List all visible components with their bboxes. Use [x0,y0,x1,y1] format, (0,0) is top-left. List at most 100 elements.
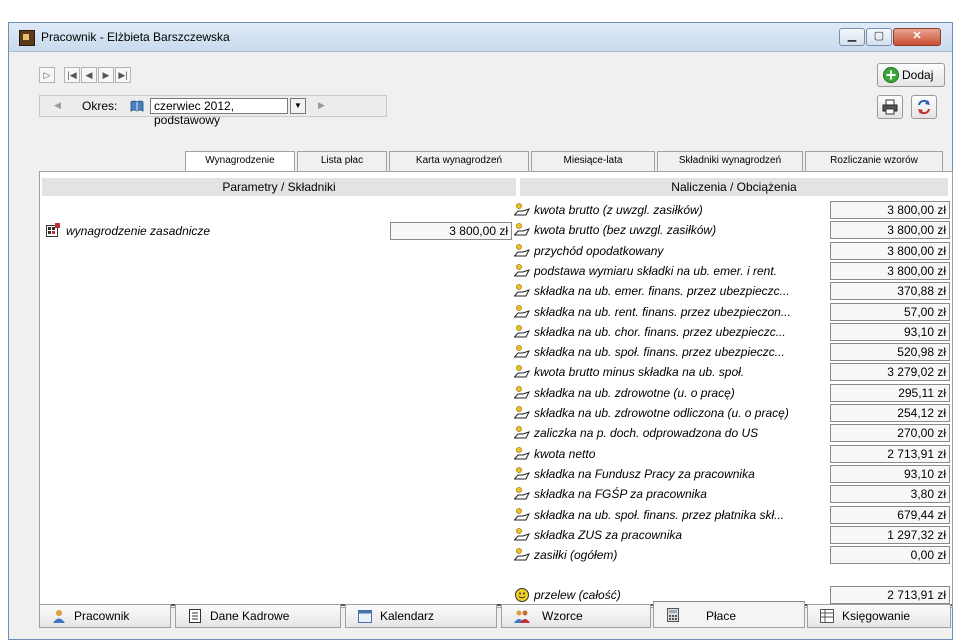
charge-name: przychód opodatkowany [534,244,664,258]
window-title: Pracownik - Elżbieta Barszczewska [41,30,230,44]
transfer-value: 2 713,91 zł [830,586,950,604]
charge-name: składka na ub. zdrowotne odliczona (u. o… [534,406,789,420]
tab-pracownik[interactable]: Pracownik [39,604,171,628]
hand-coin-icon [514,203,530,216]
hand-coin-icon [514,406,530,419]
period-selector: ◀ Okres: czerwiec 2012, podstawowy ▼ ▶ [39,95,387,127]
charge-name: zasiłki (ogółem) [534,548,618,562]
period-label: Okres: [82,99,118,113]
plus-icon [883,67,899,83]
charge-row[interactable]: zaliczka na p. doch. odprowadzona do US 2… [514,423,954,443]
charge-value: 270,00 zł [830,424,950,442]
prev-record-button[interactable]: ◀ [81,67,97,83]
charge-row[interactable]: składka ZUS za pracownika 1 297,32 zł [514,525,954,545]
charge-row[interactable]: kwota brutto (z uwzgl. zasiłków) 3 800,00… [514,200,954,220]
chevron-down-icon[interactable]: ▼ [290,98,306,114]
charge-row[interactable]: składka na FGŚP za pracownika 3,80 zł [514,484,954,504]
book-icon [130,100,144,112]
charge-name: zaliczka na p. doch. odprowadzona do US [534,426,759,440]
refresh-icon [918,99,930,115]
charge-value: 3 800,00 zł [830,242,950,260]
charge-name: kwota brutto minus składka na ub. społ. [534,365,745,379]
close-button[interactable]: ✕ [893,28,941,46]
charge-name: składka na ub. rent. finans. przez ubezp… [534,305,791,319]
charge-value: 3 279,02 zł [830,363,950,381]
component-row[interactable]: wynagrodzenie zasadnicze 3 800,00 zł [46,222,516,240]
charge-name: składka na ub. zdrowotne (u. o pracę) [534,386,735,400]
document-icon [189,609,201,623]
hand-coin-icon [514,386,530,399]
tab-label: Wzorce [542,609,583,623]
people-icon [514,610,530,623]
hand-coin-icon [514,447,530,460]
tab-label: Pracownik [74,609,130,623]
last-record-button[interactable]: ▶| [115,67,131,83]
salary-panel: Parametry / Składniki Naliczenia / Obcią… [39,171,953,608]
charge-row[interactable]: składka na Fundusz Pracy za pracownika 93… [514,464,954,484]
app-icon [19,30,35,46]
tab-dane-kadrowe[interactable]: Dane Kadrowe [175,604,341,628]
tab-rozliczanie-wzorow[interactable]: Rozliczanie wzorów [805,151,943,171]
next-period-icon[interactable]: ▶ [318,100,325,111]
tab-ksiegowanie[interactable]: Księgowanie [807,604,951,628]
charge-row[interactable]: składka na ub. emer. finans. przez ubezp… [514,281,954,301]
tab-skladniki-wynagrodzen[interactable]: Składniki wynagrodzeń [657,151,803,171]
hand-coin-icon [514,325,530,338]
refresh-button[interactable] [911,95,937,119]
charge-row[interactable]: kwota netto 2 713,91 zł [514,444,954,464]
employee-window: Pracownik - Elżbieta Barszczewska ▁ ▢ ✕ … [8,22,953,640]
charge-value: 520,98 zł [830,343,950,361]
smiley-icon [515,588,529,602]
next-record-button[interactable]: ▶ [98,67,114,83]
charge-row[interactable]: kwota brutto (bez uwzgl. zasiłków) 3 800,… [514,220,954,240]
tab-wzorce[interactable]: Wzorce [501,604,651,628]
charge-row[interactable]: podstawa wymiaru składki na ub. emer. i … [514,261,954,281]
tab-lista-plac[interactable]: Lista płac [297,151,387,171]
charge-row[interactable]: zasiłki (ogółem) 0,00 zł [514,545,954,565]
tab-kalendarz[interactable]: Kalendarz [345,604,497,628]
component-value: 3 800,00 zł [390,222,512,240]
hand-coin-icon [514,365,530,378]
charge-row[interactable]: przychód opodatkowany 3 800,00 zł [514,241,954,261]
tab-label: Dane Kadrowe [210,609,290,623]
charge-row[interactable]: składka na ub. chor. finans. przez ubezp… [514,322,954,342]
charge-value: 1 297,32 zł [830,526,950,544]
tab-wynagrodzenie[interactable]: Wynagrodzenie [185,151,295,172]
charge-value: 57,00 zł [830,303,950,321]
charge-row[interactable]: składka na ub. zdrowotne (u. o pracę) 295… [514,383,954,403]
charge-row[interactable]: składka na ub. społ. finans. przez płatn… [514,505,954,525]
charge-row[interactable]: składka na ub. społ. finans. przez ubezp… [514,342,954,362]
minimize-button[interactable]: ▁ [839,28,865,46]
period-dropdown[interactable]: czerwiec 2012, podstawowy [150,98,288,127]
right-column-header: Naliczenia / Obciążenia [520,178,948,196]
charge-value: 679,44 zł [830,506,950,524]
tab-place[interactable]: Płace [653,601,805,628]
add-button[interactable]: Dodaj [877,63,945,87]
charge-name: podstawa wymiaru składki na ub. emer. i … [534,264,777,278]
charge-name: składka ZUS za pracownika [534,528,683,542]
hand-coin-icon [514,548,530,561]
charge-row[interactable]: kwota brutto minus składka na ub. społ. 3… [514,362,954,382]
charge-value: 3 800,00 zł [830,221,950,239]
charge-name: składka na FGŚP za pracownika [534,487,707,501]
prev-period-icon[interactable]: ◀ [54,100,61,111]
tab-miesiace-lata[interactable]: Miesiące-lata [531,151,655,171]
first-record-button[interactable]: |◀ [64,67,80,83]
hand-coin-icon [514,284,530,297]
charge-name: kwota brutto (bez uwzgl. zasiłków) [534,223,717,237]
new-record-button[interactable]: ▷ [39,67,55,83]
hand-coin-icon [514,223,530,236]
charge-value: 3 800,00 zł [830,201,950,219]
charge-row[interactable]: składka na ub. zdrowotne odliczona (u. o… [514,403,954,423]
maximize-button[interactable]: ▢ [866,28,892,46]
print-button[interactable] [877,95,903,119]
charge-row[interactable]: składka na ub. rent. finans. przez ubezp… [514,302,954,322]
component-icon [46,223,60,237]
tab-label: Płace [706,609,737,623]
tab-karta-wynagrodzen[interactable]: Karta wynagrodzeń [389,151,529,171]
tab-label: Kalendarz [380,609,435,623]
add-button-label: Dodaj [902,68,934,82]
charge-name: składka na ub. emer. finans. przez ubezp… [534,284,790,298]
ledger-icon [820,609,834,623]
charge-name: kwota netto [534,447,596,461]
